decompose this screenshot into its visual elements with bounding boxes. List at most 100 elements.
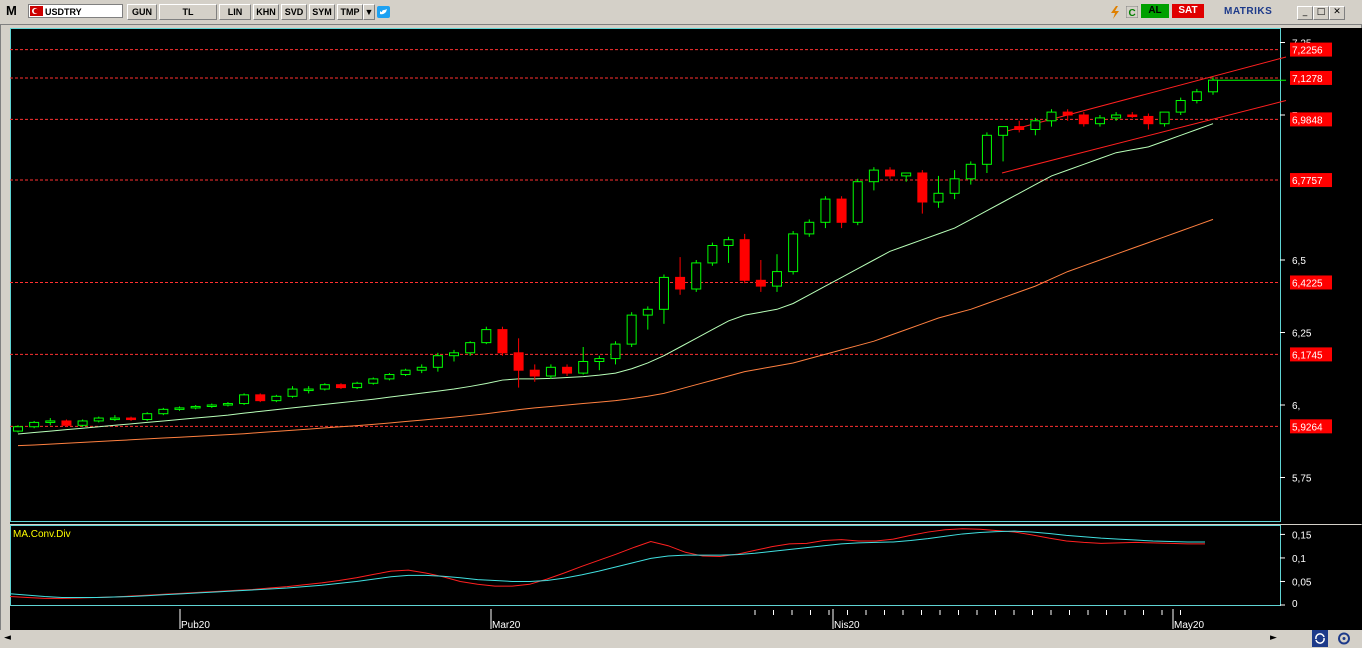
macd-tick-label: 0 (1292, 599, 1298, 609)
candle-body (352, 382, 363, 389)
candle-body (368, 378, 379, 384)
candle[interactable] (29, 420, 40, 429)
candle-body (836, 198, 847, 223)
matriks-brand: MATRIKS (1224, 6, 1273, 17)
candle-body (400, 369, 411, 376)
candle-body (174, 407, 185, 410)
candle-body (1062, 111, 1073, 116)
candle-body (723, 239, 734, 246)
candle-body (1014, 126, 1025, 130)
price-chart[interactable]: 7,257,6,56,256,5,757,22567,12786,98486,7… (10, 28, 1362, 524)
twitter-icon[interactable] (377, 6, 390, 18)
candle-body (271, 395, 282, 402)
scroll-right-icon[interactable]: ► (1270, 633, 1280, 643)
refresh-icon[interactable]: C (1126, 6, 1138, 18)
candle[interactable] (400, 368, 411, 376)
candle[interactable] (804, 219, 815, 237)
scroll-left-icon[interactable]: ◄ (4, 633, 14, 643)
candle[interactable] (626, 312, 637, 347)
dropdown-arrow-icon[interactable]: ▼ (363, 4, 375, 20)
candle[interactable] (158, 407, 169, 416)
candle-body (1191, 91, 1202, 101)
candle[interactable] (497, 326, 508, 356)
tab-gun[interactable]: GUN (127, 4, 157, 20)
candle-body (29, 421, 40, 428)
tab-svd[interactable]: SVD (281, 4, 307, 20)
candle-body (1030, 120, 1041, 131)
buy-button[interactable]: AL (1141, 4, 1169, 18)
settings-icon[interactable] (1334, 630, 1354, 647)
candle[interactable] (142, 412, 153, 421)
tab-sym[interactable]: SYM (309, 4, 335, 20)
candle-body (1046, 111, 1057, 122)
maximize-icon[interactable]: □ (1313, 6, 1329, 20)
candle-body (901, 172, 912, 177)
toolbar: M USDTRY GUN TL LIN KHN SVD SYM TMP ▼ C … (0, 0, 1362, 25)
candle[interactable] (788, 231, 799, 275)
bottom-scrollbar[interactable]: ◄ ► (0, 630, 1362, 648)
candle-body (562, 366, 573, 374)
candle-body (335, 384, 346, 389)
sync-icon[interactable] (1312, 630, 1328, 647)
macd-tick-label: 0,1 (1292, 554, 1306, 565)
candle[interactable] (255, 393, 266, 403)
candle[interactable] (852, 178, 863, 226)
candle-body (384, 374, 395, 380)
candle[interactable] (707, 242, 718, 266)
tab-lin[interactable]: LIN (219, 4, 251, 20)
candle[interactable] (739, 233, 750, 284)
candle-body (885, 169, 896, 177)
candle[interactable] (368, 377, 379, 385)
candle[interactable] (691, 260, 702, 292)
y-tick-label: 5,75 (1292, 474, 1312, 485)
level-value-label: 6,1745 (1292, 350, 1323, 361)
matriks-logo: M (6, 3, 17, 18)
candle-body (303, 388, 314, 392)
candle-body (287, 388, 298, 397)
svg-text:C: C (1129, 8, 1136, 18)
candle-body (77, 420, 88, 426)
candle-body (206, 404, 217, 407)
macd-tick-label: 0,05 (1292, 577, 1312, 588)
candle[interactable] (1175, 97, 1186, 115)
candle-body (13, 426, 23, 432)
candle-body (126, 417, 137, 421)
candle-body (707, 245, 718, 264)
candle[interactable] (271, 394, 282, 403)
tab-khn[interactable]: KHN (253, 4, 279, 20)
candle[interactable] (1208, 77, 1218, 95)
candle-body (594, 358, 605, 363)
candle-body (1078, 114, 1089, 125)
macd-chart[interactable]: MA.Conv.Div 0,15 0,1 0,05 0 (10, 525, 1362, 609)
candle[interactable] (352, 381, 363, 390)
level-value-label: 6,4225 (1292, 278, 1323, 289)
candle-body (497, 329, 508, 354)
candle[interactable] (319, 383, 330, 391)
candle[interactable] (77, 419, 88, 427)
candle[interactable] (239, 393, 250, 405)
candle-body (319, 384, 330, 390)
candle[interactable] (384, 373, 395, 381)
candle-body (1111, 114, 1122, 119)
close-icon[interactable]: ✕ (1329, 6, 1345, 20)
symbol-flag-icon (30, 6, 43, 16)
tab-tmp[interactable]: TMP (337, 4, 363, 20)
sell-button[interactable]: SAT (1172, 4, 1204, 18)
candle-body (93, 417, 104, 422)
candle[interactable] (481, 326, 492, 345)
lightning-icon[interactable] (1110, 6, 1120, 19)
candle-body (998, 126, 1009, 136)
candle-body (933, 192, 944, 203)
candle-body (852, 181, 863, 223)
minimize-icon[interactable]: _ (1297, 6, 1313, 20)
candle[interactable] (61, 419, 72, 427)
candle-body (190, 405, 201, 409)
candle[interactable] (13, 425, 23, 433)
candle-body (481, 329, 492, 344)
level-value-label: 6,7757 (1292, 176, 1323, 187)
candle-body (868, 169, 879, 183)
tab-tl[interactable]: TL (159, 4, 217, 20)
candle-body (965, 163, 976, 180)
candle-body (771, 271, 782, 287)
candle-body (255, 394, 266, 402)
